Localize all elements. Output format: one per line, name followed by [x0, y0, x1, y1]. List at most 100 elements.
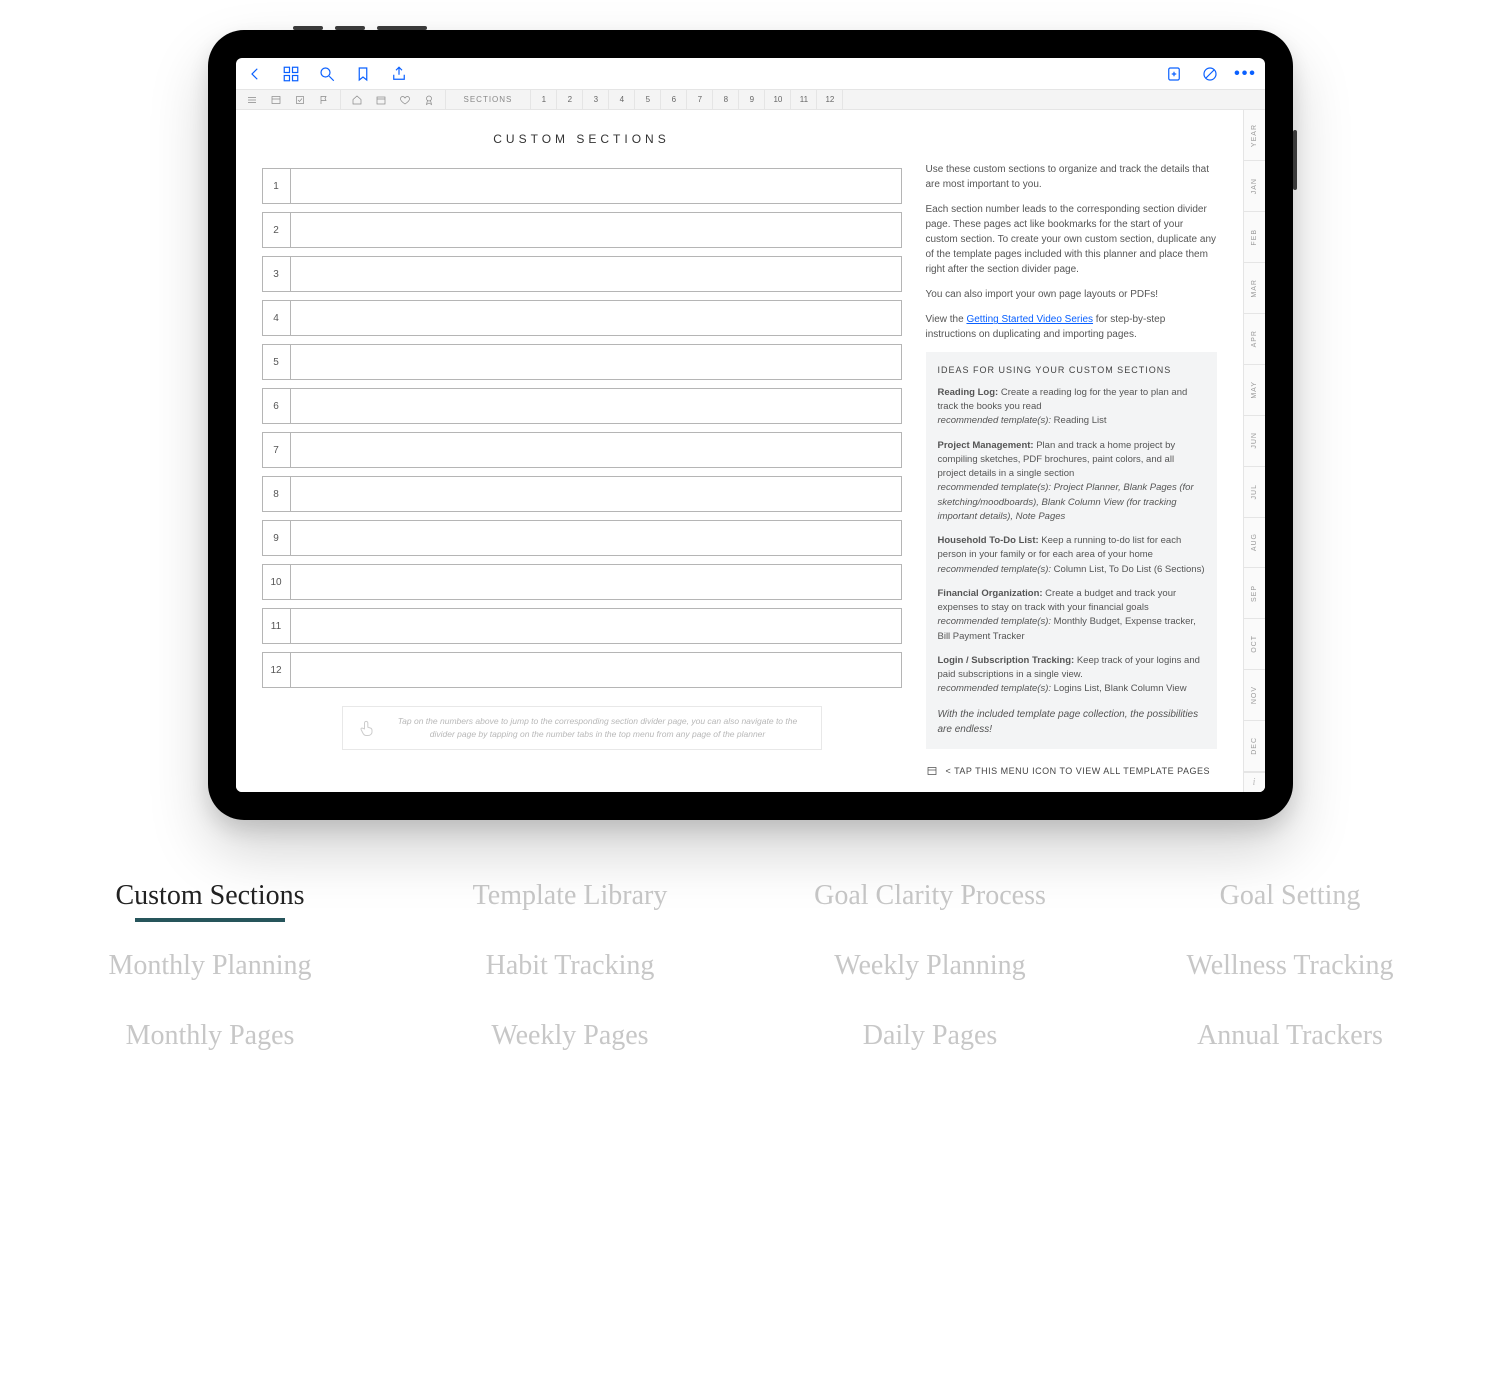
row-input[interactable]	[291, 257, 901, 291]
month-tab-aug[interactable]: AUG	[1244, 518, 1265, 569]
feature-tab-monthly-planning[interactable]: Monthly Planning	[40, 950, 380, 982]
table-row[interactable]: 1	[262, 168, 902, 204]
section-tabs: SECTIONS 1 2 3 4 5 6 7 8 9 10 11 12	[446, 90, 844, 109]
row-input[interactable]	[291, 433, 901, 467]
row-input[interactable]	[291, 389, 901, 423]
row-number[interactable]: 12	[263, 653, 291, 687]
section-tab-1[interactable]: 1	[531, 90, 557, 109]
feature-tab-template-library[interactable]: Template Library	[400, 880, 740, 912]
table-row[interactable]: 7	[262, 432, 902, 468]
table-row[interactable]: 3	[262, 256, 902, 292]
intro-text: Each section number leads to the corresp…	[926, 202, 1217, 277]
share-icon[interactable]	[390, 65, 408, 83]
table-row[interactable]: 11	[262, 608, 902, 644]
add-page-icon[interactable]	[1165, 65, 1183, 83]
feature-tab-wellness-tracking[interactable]: Wellness Tracking	[1120, 950, 1460, 982]
sections-label: SECTIONS	[446, 90, 532, 109]
feature-tab-custom-sections[interactable]: Custom Sections	[40, 880, 380, 912]
ribbon-icon[interactable]	[423, 94, 435, 106]
section-tab-6[interactable]: 6	[661, 90, 687, 109]
heart-icon[interactable]	[399, 94, 411, 106]
ipad-frame: ••• SECTIONS 1	[208, 30, 1293, 820]
section-tab-7[interactable]: 7	[687, 90, 713, 109]
home-icon[interactable]	[351, 94, 363, 106]
feature-tab-goal-setting[interactable]: Goal Setting	[1120, 880, 1460, 912]
flag-icon[interactable]	[318, 94, 330, 106]
section-tab-12[interactable]: 12	[817, 90, 843, 109]
feature-tab-habit-tracking[interactable]: Habit Tracking	[400, 950, 740, 982]
row-number[interactable]: 9	[263, 521, 291, 555]
feature-tab-goal-clarity[interactable]: Goal Clarity Process	[760, 880, 1100, 912]
row-number[interactable]: 1	[263, 169, 291, 203]
month-tab-sep[interactable]: SEP	[1244, 568, 1265, 619]
row-input[interactable]	[291, 653, 901, 687]
row-input[interactable]	[291, 609, 901, 643]
info-icon[interactable]: i	[1244, 772, 1265, 792]
feature-tabs: Custom Sections Template Library Goal Cl…	[40, 880, 1460, 1052]
month-tab-may[interactable]: MAY	[1244, 365, 1265, 416]
month-tab-dec[interactable]: DEC	[1244, 721, 1265, 772]
row-input[interactable]	[291, 301, 901, 335]
table-row[interactable]: 12	[262, 652, 902, 688]
ideas-heading: IDEAS FOR USING YOUR CUSTOM SECTIONS	[938, 364, 1205, 378]
feature-tab-daily-pages[interactable]: Daily Pages	[760, 1020, 1100, 1052]
month-tab-nov[interactable]: NOV	[1244, 670, 1265, 721]
section-tab-10[interactable]: 10	[765, 90, 791, 109]
section-tab-9[interactable]: 9	[739, 90, 765, 109]
video-series-link[interactable]: Getting Started Video Series	[966, 314, 1093, 325]
calendar-icon[interactable]	[375, 94, 387, 106]
row-number[interactable]: 10	[263, 565, 291, 599]
feature-tab-weekly-pages[interactable]: Weekly Pages	[400, 1020, 740, 1052]
row-number[interactable]: 11	[263, 609, 291, 643]
month-tab-jun[interactable]: JUN	[1244, 416, 1265, 467]
more-icon[interactable]: •••	[1237, 65, 1255, 83]
month-tab-jul[interactable]: JUL	[1244, 467, 1265, 518]
back-icon[interactable]	[246, 65, 264, 83]
table-row[interactable]: 10	[262, 564, 902, 600]
table-row[interactable]: 9	[262, 520, 902, 556]
row-number[interactable]: 2	[263, 213, 291, 247]
page-content: CUSTOM SECTIONS 1 2 3 4 5 6 7 8 9 10	[236, 110, 1243, 792]
month-tab-year[interactable]: YEAR	[1244, 110, 1265, 161]
screen: ••• SECTIONS 1	[236, 58, 1265, 792]
month-tab-feb[interactable]: FEB	[1244, 212, 1265, 263]
lasso-icon[interactable]	[1201, 65, 1219, 83]
grid-icon[interactable]	[282, 65, 300, 83]
row-input[interactable]	[291, 565, 901, 599]
month-tab-oct[interactable]: OCT	[1244, 619, 1265, 670]
section-tab-8[interactable]: 8	[713, 90, 739, 109]
month-tab-mar[interactable]: MAR	[1244, 263, 1265, 314]
feature-tab-weekly-planning[interactable]: Weekly Planning	[760, 950, 1100, 982]
table-row[interactable]: 4	[262, 300, 902, 336]
row-input[interactable]	[291, 345, 901, 379]
checkbox-icon[interactable]	[294, 94, 306, 106]
row-number[interactable]: 3	[263, 257, 291, 291]
section-tab-4[interactable]: 4	[609, 90, 635, 109]
section-tab-5[interactable]: 5	[635, 90, 661, 109]
month-tab-jan[interactable]: JAN	[1244, 161, 1265, 212]
row-number[interactable]: 6	[263, 389, 291, 423]
table-row[interactable]: 2	[262, 212, 902, 248]
section-tab-2[interactable]: 2	[557, 90, 583, 109]
month-tab-apr[interactable]: APR	[1244, 314, 1265, 365]
row-number[interactable]: 4	[263, 301, 291, 335]
bookmark-icon[interactable]	[354, 65, 372, 83]
row-input[interactable]	[291, 169, 901, 203]
row-number[interactable]: 7	[263, 433, 291, 467]
templates-icon[interactable]	[270, 94, 282, 106]
table-row[interactable]: 5	[262, 344, 902, 380]
row-input[interactable]	[291, 213, 901, 247]
hint-box: Tap on the numbers above to jump to the …	[342, 706, 822, 750]
row-input[interactable]	[291, 521, 901, 555]
table-row[interactable]: 8	[262, 476, 902, 512]
row-input[interactable]	[291, 477, 901, 511]
row-number[interactable]: 5	[263, 345, 291, 379]
feature-tab-annual-trackers[interactable]: Annual Trackers	[1120, 1020, 1460, 1052]
section-tab-3[interactable]: 3	[583, 90, 609, 109]
section-tab-11[interactable]: 11	[791, 90, 817, 109]
feature-tab-monthly-pages[interactable]: Monthly Pages	[40, 1020, 380, 1052]
table-row[interactable]: 6	[262, 388, 902, 424]
menu-icon[interactable]	[246, 94, 258, 106]
search-icon[interactable]	[318, 65, 336, 83]
row-number[interactable]: 8	[263, 477, 291, 511]
